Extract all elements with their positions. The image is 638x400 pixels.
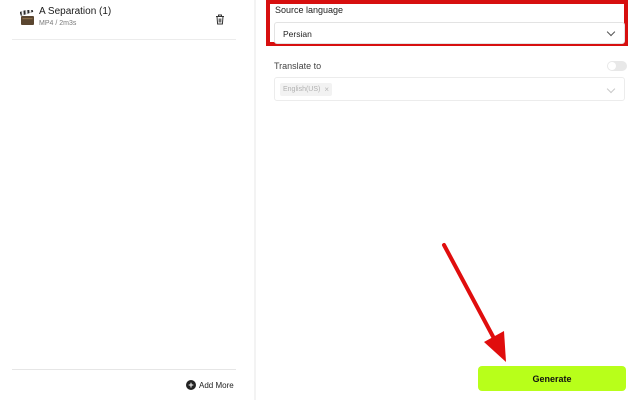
generate-button-label: Generate [532, 373, 572, 384]
language-chip-label: English(US) [283, 86, 321, 93]
settings-panel: Source language Persian Translate to Eng… [256, 0, 638, 400]
translate-to-label: Translate to [274, 61, 322, 71]
add-more-button[interactable]: + Add More [186, 379, 234, 391]
chevron-down-icon [606, 84, 616, 94]
toggle-knob [608, 62, 616, 70]
file-name: A Separation (1) [39, 6, 112, 17]
file-item[interactable]: A Separation (1) MP4 / 2m3s [0, 0, 236, 40]
trash-icon[interactable] [215, 12, 225, 25]
translate-toggle[interactable] [607, 61, 627, 71]
source-language-select[interactable]: Persian [274, 22, 625, 44]
add-more-label: Add More [199, 380, 234, 390]
file-meta: MP4 / 2m3s [39, 20, 77, 27]
generate-button[interactable]: Generate [478, 366, 626, 391]
plus-circle-icon: + [186, 380, 196, 390]
close-icon[interactable]: × [324, 85, 329, 94]
divider [12, 39, 236, 40]
source-language-value: Persian [283, 29, 312, 39]
translate-to-select[interactable]: English(US) × [274, 77, 625, 101]
clapperboard-icon [19, 8, 36, 26]
language-chip: English(US) × [280, 83, 333, 96]
file-list-panel: A Separation (1) MP4 / 2m3s + Add More [0, 0, 254, 400]
chevron-down-icon [606, 27, 616, 37]
divider [12, 369, 236, 370]
source-language-label: Source language [275, 5, 344, 15]
